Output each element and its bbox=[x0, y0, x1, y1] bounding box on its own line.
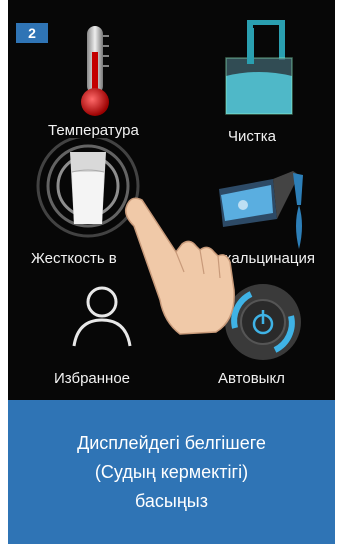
cleaning-icon[interactable] bbox=[220, 20, 298, 120]
instruction-caption: Дисплейдегі белгішеге (Судың кермектігі)… bbox=[8, 400, 335, 544]
caption-line-2: (Судың кермектігі) bbox=[94, 461, 249, 482]
menu-label-water-hardness: Жесткость в bbox=[31, 250, 117, 267]
step-badge: 2 bbox=[16, 23, 48, 43]
caption-line-1: Дисплейдегі белгішеге bbox=[77, 432, 266, 453]
pointing-hand-icon bbox=[124, 197, 235, 335]
thermometer-icon[interactable] bbox=[73, 22, 117, 118]
device-display: Температура Чистка Жесткость в Декальцин… bbox=[8, 0, 335, 400]
menu-label-auto-off: Автовыкл bbox=[218, 370, 285, 387]
menu-label-cleaning: Чистка bbox=[228, 128, 276, 145]
menu-label-temperature: Температура bbox=[48, 122, 139, 139]
caption-line-3: басыңыз bbox=[135, 490, 208, 511]
menu-label-favorites: Избранное bbox=[54, 370, 131, 387]
